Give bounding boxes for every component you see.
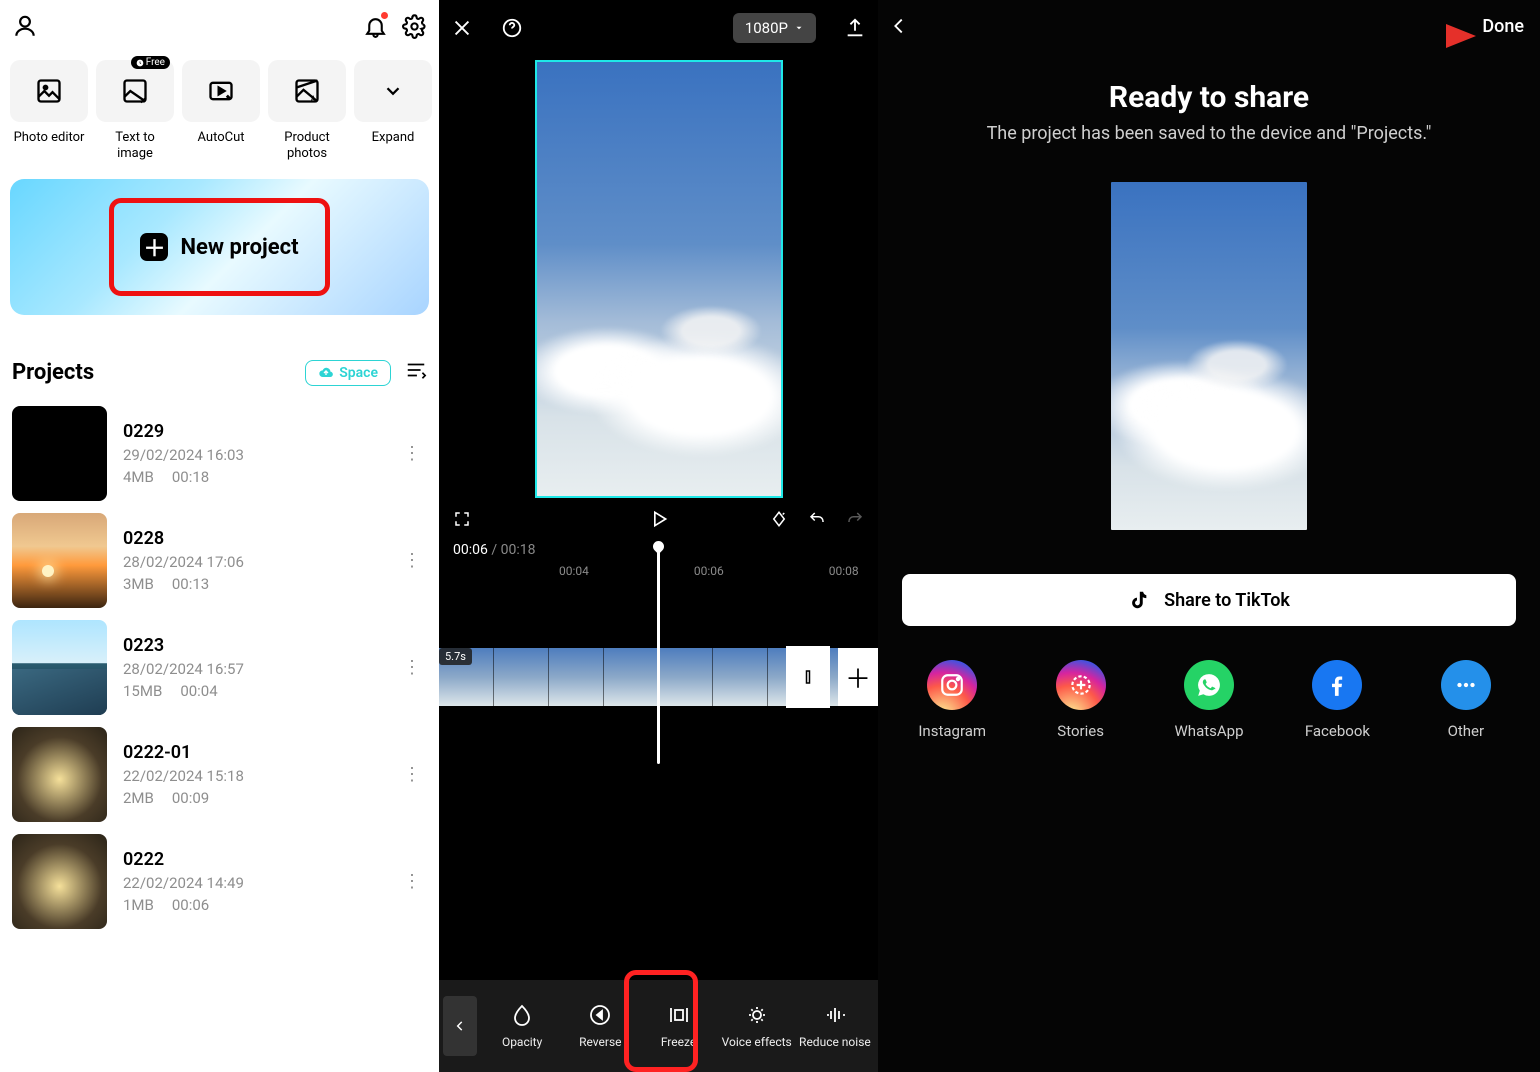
- quick-tools: Photo editor Free Text to image AutoCut …: [0, 52, 439, 165]
- tool-autocut[interactable]: AutoCut: [182, 60, 260, 161]
- project-thumbnail: [12, 406, 107, 501]
- profile-icon[interactable]: [12, 13, 38, 39]
- share-title: Ready to share: [878, 80, 1540, 115]
- editor-header: 1080P: [439, 0, 878, 56]
- home-header: [0, 0, 439, 52]
- more-icon[interactable]: ⋮: [397, 550, 427, 571]
- project-thumbnail: [12, 727, 107, 822]
- tool-photo-editor[interactable]: Photo editor: [10, 60, 88, 161]
- tool-reduce-noise[interactable]: Reduce noise: [796, 1003, 874, 1049]
- space-button[interactable]: Space: [305, 360, 391, 386]
- fullscreen-icon[interactable]: [453, 510, 471, 528]
- edit-tools-dock: Opacity Reverse Freeze Voice effects Red…: [439, 980, 878, 1072]
- tool-reverse[interactable]: Reverse: [561, 1003, 639, 1049]
- share-subtitle: The project has been saved to the device…: [878, 123, 1540, 144]
- preview-area: [439, 56, 878, 500]
- project-item[interactable]: 0222-01 22/02/2024 15:18 2MB00:09 ⋮: [0, 721, 439, 828]
- project-stats: 1MB00:06: [123, 896, 381, 914]
- stories-icon: [1056, 660, 1106, 710]
- tool-freeze[interactable]: Freeze: [639, 1003, 717, 1049]
- project-name: 0222-01: [123, 742, 381, 763]
- instagram-icon: [927, 660, 977, 710]
- project-date: 22/02/2024 15:18: [123, 767, 381, 785]
- new-project-card[interactable]: ＋ New project: [10, 179, 429, 315]
- close-icon[interactable]: [451, 17, 473, 39]
- video-preview[interactable]: [535, 60, 783, 498]
- project-item[interactable]: 0223 28/02/2024 16:57 15MB00:04 ⋮: [0, 614, 439, 721]
- project-stats: 2MB00:09: [123, 789, 381, 807]
- done-button[interactable]: Done: [1482, 16, 1524, 37]
- tool-product-photos[interactable]: AI Product photos: [268, 60, 346, 161]
- whatsapp-icon: [1184, 660, 1234, 710]
- help-icon[interactable]: [501, 17, 523, 39]
- project-name: 0229: [123, 421, 381, 442]
- exported-video-thumbnail[interactable]: [1111, 182, 1307, 530]
- social-share-row: Instagram Stories WhatsApp Facebook Othe…: [878, 626, 1540, 740]
- more-icon[interactable]: ⋮: [397, 764, 427, 785]
- resolution-picker[interactable]: 1080P: [733, 13, 816, 43]
- share-facebook[interactable]: Facebook: [1273, 660, 1401, 740]
- projects-list: 0229 29/02/2024 16:03 4MB00:18 ⋮ 0228 28…: [0, 400, 439, 1072]
- project-item[interactable]: 0229 29/02/2024 16:03 4MB00:18 ⋮: [0, 400, 439, 507]
- add-clip-button[interactable]: ＋: [838, 648, 878, 706]
- more-options-icon: [1441, 660, 1491, 710]
- facebook-icon: [1312, 660, 1362, 710]
- project-name: 0223: [123, 635, 381, 656]
- project-name: 0228: [123, 528, 381, 549]
- sort-icon[interactable]: [405, 359, 427, 386]
- keyframe-icon[interactable]: [770, 510, 788, 528]
- project-thumbnail: [12, 513, 107, 608]
- undo-icon[interactable]: [808, 510, 826, 528]
- more-icon[interactable]: ⋮: [397, 443, 427, 464]
- free-badge: Free: [131, 56, 170, 69]
- tool-expand[interactable]: Expand: [354, 60, 432, 161]
- project-thumbnail: [12, 834, 107, 929]
- playhead[interactable]: [657, 544, 660, 764]
- play-icon[interactable]: [649, 509, 669, 529]
- project-name: 0222: [123, 849, 381, 870]
- redo-icon[interactable]: [846, 510, 864, 528]
- home-screen: Photo editor Free Text to image AutoCut …: [0, 0, 439, 1072]
- back-icon[interactable]: [888, 15, 910, 37]
- notifications-icon[interactable]: [363, 14, 388, 39]
- share-screen: Done Ready to share The project has been…: [878, 0, 1540, 1072]
- annotation-arrow: [1316, 16, 1476, 60]
- project-thumbnail: [12, 620, 107, 715]
- split-handle[interactable]: [788, 648, 828, 706]
- tool-text-to-image[interactable]: Free Text to image: [96, 60, 174, 161]
- playback-bar: [439, 500, 878, 542]
- svg-text:AI: AI: [311, 94, 319, 104]
- share-other[interactable]: Other: [1402, 660, 1530, 740]
- project-item[interactable]: 0222 22/02/2024 14:49 1MB00:06 ⋮: [0, 828, 439, 935]
- project-date: 28/02/2024 16:57: [123, 660, 381, 678]
- notification-dot: [381, 12, 388, 19]
- project-stats: 3MB00:13: [123, 575, 381, 593]
- export-icon[interactable]: [844, 17, 866, 39]
- project-stats: 15MB00:04: [123, 682, 381, 700]
- share-stories[interactable]: Stories: [1016, 660, 1144, 740]
- share-whatsapp[interactable]: WhatsApp: [1145, 660, 1273, 740]
- editor-screen: 1080P 00:06 / 00:18 00:0400:0600:08 5.7s: [439, 0, 878, 1072]
- new-project-highlight: ＋ New project: [109, 198, 329, 296]
- new-project-label: New project: [180, 235, 298, 260]
- more-icon[interactable]: ⋮: [397, 871, 427, 892]
- share-tiktok-button[interactable]: Share to TikTok: [902, 574, 1516, 626]
- tiktok-icon: [1128, 589, 1150, 611]
- project-item[interactable]: 0228 28/02/2024 17:06 3MB00:13 ⋮: [0, 507, 439, 614]
- timeline[interactable]: 5.7s ＋: [439, 586, 878, 980]
- tool-voice-effects[interactable]: Voice effects: [718, 1003, 796, 1049]
- plus-icon: ＋: [140, 233, 168, 261]
- more-icon[interactable]: ⋮: [397, 657, 427, 678]
- clip-duration-badge: 5.7s: [439, 648, 472, 665]
- dock-back-button[interactable]: [443, 996, 477, 1056]
- project-date: 29/02/2024 16:03: [123, 446, 381, 464]
- project-date: 22/02/2024 14:49: [123, 874, 381, 892]
- tool-opacity[interactable]: Opacity: [483, 1003, 561, 1049]
- project-date: 28/02/2024 17:06: [123, 553, 381, 571]
- share-instagram[interactable]: Instagram: [888, 660, 1016, 740]
- projects-title: Projects: [12, 360, 94, 385]
- projects-header: Projects Space: [0, 315, 439, 400]
- settings-icon[interactable]: [402, 14, 427, 39]
- project-stats: 4MB00:18: [123, 468, 381, 486]
